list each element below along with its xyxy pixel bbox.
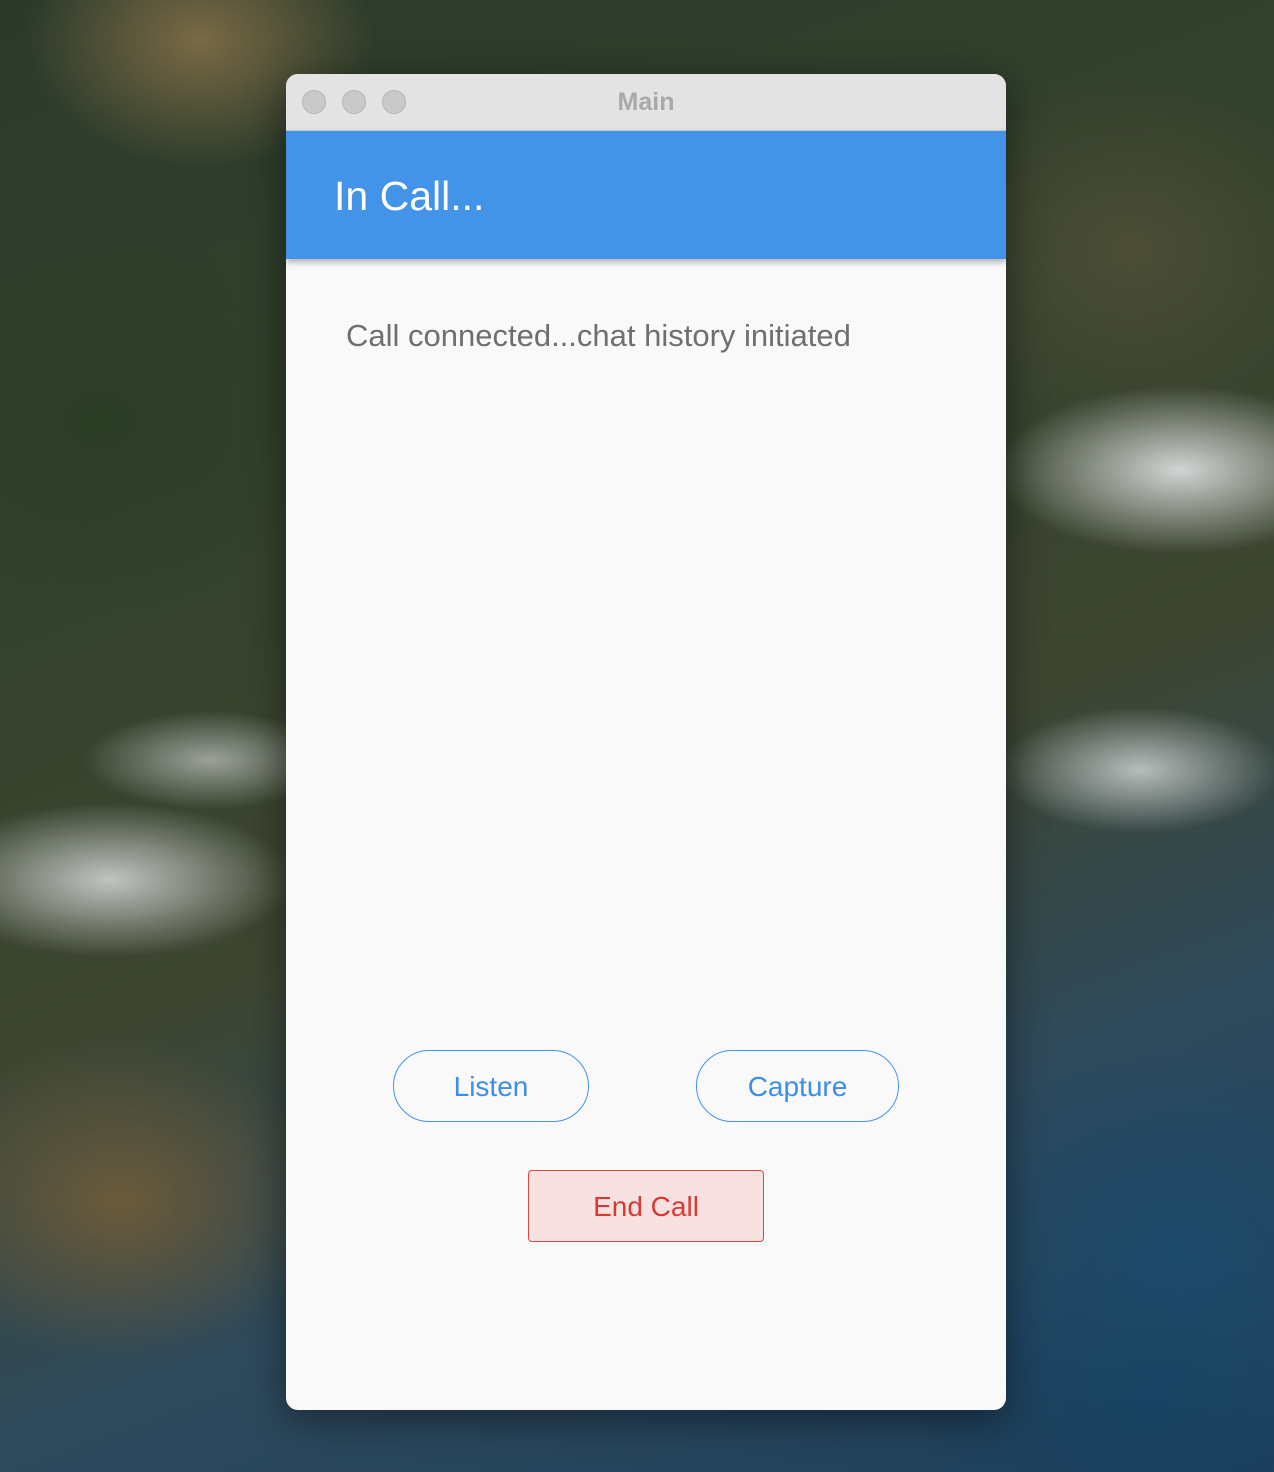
app-bar: In Call... [286,131,1006,259]
capture-button[interactable]: Capture [696,1050,899,1122]
end-call-button[interactable]: End Call [528,1170,764,1242]
listen-button[interactable]: Listen [393,1050,589,1122]
window-titlebar[interactable]: Main [286,74,1006,131]
app-bar-title: In Call... [334,173,485,219]
call-status-text: Call connected...chat history initiated [346,318,851,353]
main-window: Main In Call... Call connected...chat hi… [286,74,1006,1410]
window-title: Main [617,88,675,116]
